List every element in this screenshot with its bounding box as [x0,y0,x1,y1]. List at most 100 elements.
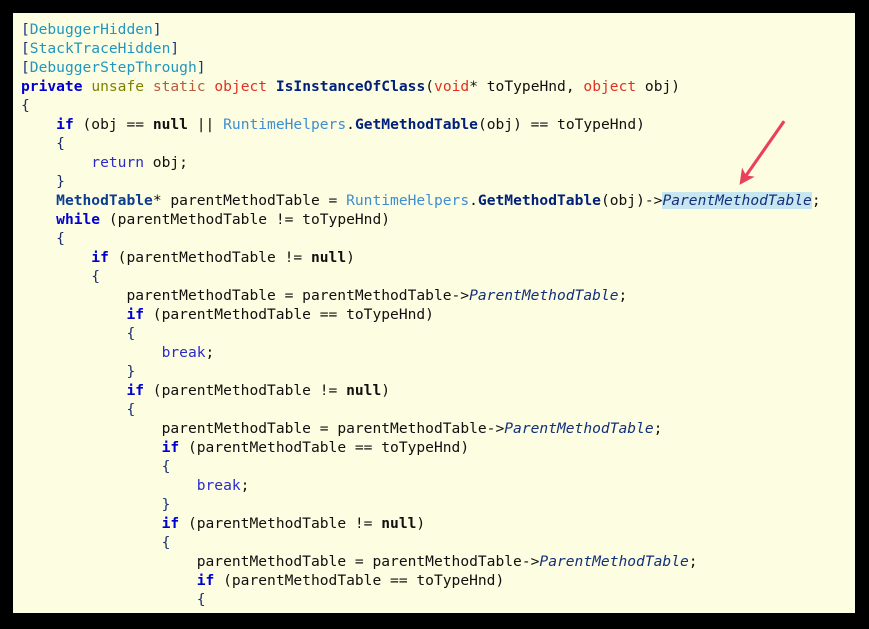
code-token: parentMethodTable = parentMethodTable-> [161,420,505,437]
source-code-listing[interactable]: [DebuggerHidden] [StackTraceHidden] [Deb… [21,20,821,609]
code-token: if [126,382,145,399]
code-line: parentMethodTable = parentMethodTable->P… [21,420,663,437]
code-line: parentMethodTable = parentMethodTable->P… [21,287,627,304]
code-line: return obj; [21,154,188,171]
code-token: obj; [144,154,188,171]
code-token: [ [21,59,30,76]
code-token: while [56,211,101,228]
code-line: parentMethodTable = parentMethodTable->P… [21,553,698,570]
code-line: [DebuggerHidden] [21,21,162,38]
code-token: { [91,268,101,285]
code-token: ; [811,192,821,209]
code-token: ] [196,59,206,76]
code-token: GetMethodTable [354,116,478,133]
code-token: { [21,97,30,114]
code-token: } [56,173,65,190]
code-editor-surface[interactable]: [DebuggerHidden] [StackTraceHidden] [Deb… [13,13,855,613]
code-token: { [126,325,136,342]
code-line: break; [21,344,215,361]
code-token: static [152,78,206,95]
code-token: { [196,591,206,608]
code-token: { [56,135,65,152]
code-token: [ [21,21,30,38]
code-token: ; [688,553,698,570]
code-token: object [583,78,637,95]
code-token: { [126,401,136,418]
code-token: . [469,192,478,209]
code-line: if (obj == null || RuntimeHelpers.GetMet… [21,116,645,133]
code-token: DebuggerStepThrough [29,59,197,76]
code-token: private [21,78,83,95]
code-line: } [21,496,171,513]
code-token: (parentMethodTable != [144,382,347,399]
code-token: ) [381,382,391,399]
code-token: MethodTable [56,192,153,209]
code-token: parentMethodTable = parentMethodTable-> [196,553,540,570]
code-snippet-screenshot: [DebuggerHidden] [StackTraceHidden] [Deb… [0,0,869,629]
code-token: if [56,116,74,133]
code-line: if (parentMethodTable == toTypeHnd) [21,439,470,456]
code-token: * parentMethodTable = [152,192,347,209]
code-token: { [56,230,65,247]
code-line: if (parentMethodTable == toTypeHnd) [21,572,505,589]
code-token: (parentMethodTable == toTypeHnd) [179,439,470,456]
code-token: (parentMethodTable != [179,515,382,532]
code-token: (parentMethodTable != toTypeHnd) [100,211,391,228]
code-token: if [161,515,180,532]
code-line: if (parentMethodTable != null) [21,515,426,532]
code-token: ) [346,249,355,266]
code-token: IsInstanceOfClass [275,78,426,95]
code-line: { [21,135,65,152]
code-line: [DebuggerStepThrough] [21,59,206,76]
code-line: { [21,401,135,418]
code-line: { [21,97,30,114]
code-token: ] [170,40,180,57]
code-token: (parentMethodTable != [108,249,311,266]
code-token: ParentMethodTable [469,287,619,304]
code-token: RuntimeHelpers [346,192,470,209]
code-line: if (parentMethodTable != null) [21,249,355,266]
code-token: RuntimeHelpers [223,116,347,133]
code-line: { [21,325,135,342]
code-token: { [161,458,171,475]
code-line: if (parentMethodTable != null) [21,382,390,399]
code-token: { [161,534,171,551]
code-token: break [161,344,206,361]
code-token: ParentMethodTable [504,420,654,437]
code-line: [StackTraceHidden] [21,40,179,57]
code-token: DebuggerHidden [29,21,153,38]
code-token: if [161,439,180,456]
code-token: StackTraceHidden [29,40,171,57]
code-line: { [21,458,171,475]
code-token: null [346,382,382,399]
code-token: (obj) == toTypeHnd) [477,116,645,133]
code-token: ) [416,515,426,532]
code-token: GetMethodTable [477,192,601,209]
code-line: } [21,363,135,380]
code-line: private unsafe static object IsInstanceO… [21,78,680,95]
code-token: ; [205,344,215,361]
code-token: ; [653,420,663,437]
code-token: if [196,572,215,589]
